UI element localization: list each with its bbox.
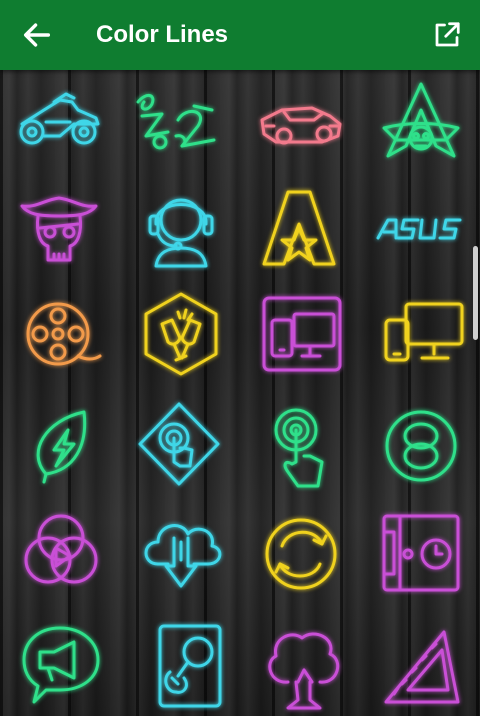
icon-cell[interactable] [136, 184, 226, 274]
icon-cell[interactable] [16, 290, 106, 380]
icon-cell[interactable] [14, 184, 104, 274]
tree-icon [268, 632, 340, 710]
page-title: Color Lines [96, 21, 229, 48]
devices-magenta-icon [262, 296, 342, 372]
icon-cell[interactable] [256, 80, 346, 170]
motorcycle-icon [19, 92, 100, 145]
icon-cell[interactable] [16, 508, 106, 598]
icon-cell[interactable] [22, 402, 112, 492]
star-a-logo-icon [262, 190, 336, 266]
rings-circle-icon [385, 410, 457, 482]
arrow-left-icon[interactable] [20, 18, 54, 52]
icon-cell[interactable] [378, 290, 468, 380]
open-in-new-icon[interactable] [432, 20, 462, 50]
pirate-skull-icon [20, 196, 98, 262]
assassins-creed-icon [382, 82, 460, 158]
scrollbar[interactable] [473, 246, 478, 340]
cheers-glasses-icon [144, 292, 218, 376]
z2-logo-icon [136, 94, 216, 150]
ruler-triangle-icon [384, 630, 460, 704]
search-guitar-icon [158, 624, 222, 708]
icon-cell[interactable] [132, 80, 222, 170]
headset-support-icon [148, 198, 214, 268]
megaphone-chat-icon [22, 626, 100, 704]
film-reel-icon [26, 302, 102, 366]
icon-cell[interactable] [258, 626, 348, 716]
icon-cell[interactable] [254, 184, 344, 274]
overlap-circles-icon [24, 514, 98, 584]
icon-cell[interactable] [376, 80, 466, 170]
icon-cell[interactable] [376, 402, 466, 492]
touch-hand-icon [274, 408, 324, 488]
icon-cell[interactable] [20, 622, 110, 712]
icon-cell[interactable] [14, 80, 104, 170]
wood-background [0, 70, 480, 716]
icon-cell[interactable] [374, 184, 464, 274]
asus-logo-icon [376, 218, 462, 240]
cloud-download-icon [144, 524, 222, 588]
sports-car-icon [260, 106, 342, 145]
sync-circle-icon [265, 518, 337, 590]
icon-cell[interactable] [134, 400, 224, 490]
icon-cell[interactable] [144, 620, 234, 710]
icon-cell[interactable] [256, 402, 346, 492]
icon-cell[interactable] [258, 290, 348, 380]
safe-clock-icon [382, 514, 460, 592]
leaf-bolt-icon [36, 410, 87, 484]
tap-diamond-icon [138, 402, 220, 486]
icon-cell[interactable] [378, 622, 468, 712]
devices-yellow-icon [384, 302, 464, 362]
app-bar: Color Lines [0, 0, 480, 70]
icon-cell[interactable] [136, 290, 226, 380]
icon-cell[interactable] [378, 510, 468, 600]
icon-cell[interactable] [256, 510, 346, 600]
icon-cell[interactable] [136, 508, 226, 598]
